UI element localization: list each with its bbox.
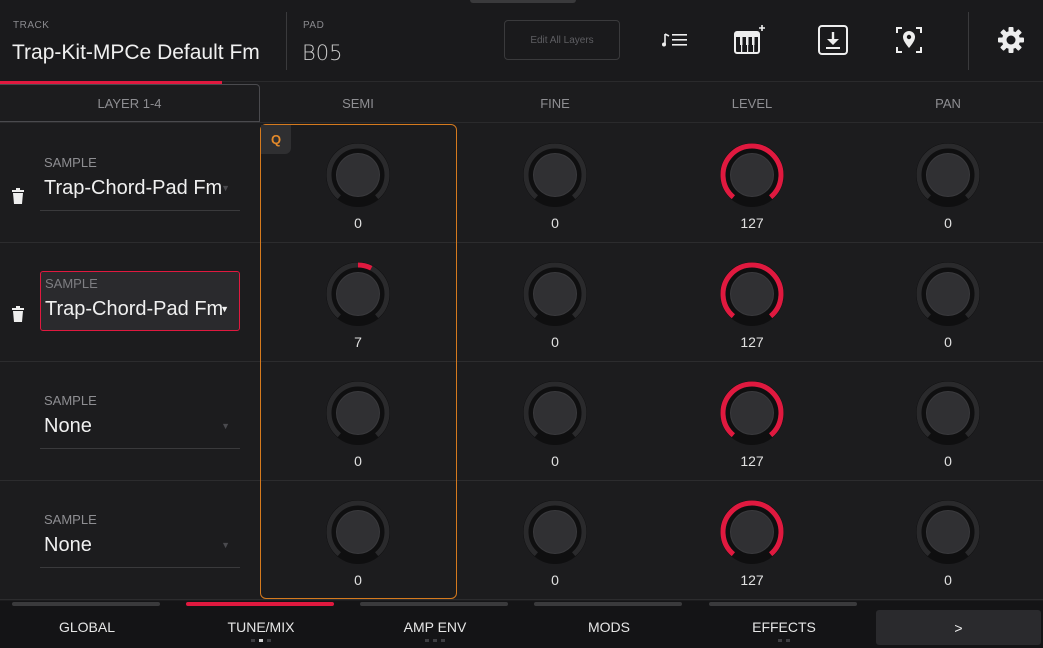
fine-value: 0 <box>551 572 559 588</box>
chevron-down-icon: ▼ <box>220 304 229 314</box>
tab-indicator <box>12 602 160 606</box>
pan-value: 0 <box>944 453 952 469</box>
sample-select[interactable]: SAMPLE None ▼ <box>40 389 240 449</box>
next-page-button[interactable]: > <box>876 610 1041 645</box>
level-value: 127 <box>740 572 764 588</box>
trash-icon[interactable] <box>11 306 25 322</box>
sample-label: SAMPLE <box>44 512 97 527</box>
chevron-down-icon: ▼ <box>221 540 230 550</box>
tab-indicator <box>360 602 508 606</box>
semi-value: 0 <box>354 453 362 469</box>
semi-value: 0 <box>354 572 362 588</box>
edit-all-layers-button[interactable]: Edit All Layers <box>504 20 620 60</box>
sample-name: Trap-Chord-Pad Fm <box>44 177 223 199</box>
settings-gear-icon[interactable] <box>993 22 1029 58</box>
fine-knob[interactable] <box>520 140 590 210</box>
level-knob[interactable] <box>717 378 787 448</box>
top-notch <box>470 0 576 3</box>
note-list-icon[interactable] <box>658 22 694 58</box>
page-dots <box>348 639 522 642</box>
fine-knob[interactable] <box>520 497 590 567</box>
keyboard-plus-icon[interactable] <box>731 22 767 58</box>
level-column-header: LEVEL <box>731 95 773 111</box>
layer-range-tab[interactable]: LAYER 1-4 <box>0 84 260 122</box>
layer-row: SAMPLE Trap-Chord-Pad Fm ▼ 0 0 127 0 <box>0 124 1043 243</box>
pan-value: 0 <box>944 334 952 350</box>
tab-indicator <box>534 602 682 606</box>
sample-label: SAMPLE <box>44 155 97 170</box>
download-icon[interactable] <box>815 22 851 58</box>
tab-label: EFFECTS <box>752 619 816 635</box>
fine-value: 0 <box>551 215 559 231</box>
header-divider <box>968 12 969 70</box>
tab-global[interactable]: GLOBAL <box>0 601 174 648</box>
layer-row: SAMPLE None ▼ 0 0 127 0 <box>0 362 1043 481</box>
quantize-badge[interactable]: Q <box>261 125 291 154</box>
trash-icon[interactable] <box>11 188 25 204</box>
level-value: 127 <box>740 453 764 469</box>
bottom-tab-bar: GLOBAL TUNE/MIX AMP ENV MODS EFFECTS > <box>0 601 1043 648</box>
pan-knob[interactable] <box>913 259 983 329</box>
sample-name: Trap-Chord-Pad Fm <box>45 298 224 320</box>
tab-label: MODS <box>588 619 630 635</box>
fine-value: 0 <box>551 334 559 350</box>
sample-select[interactable]: SAMPLE Trap-Chord-Pad Fm ▼ <box>40 151 240 211</box>
chevron-down-icon: ▼ <box>221 183 230 193</box>
tab-mods[interactable]: MODS <box>522 601 696 648</box>
semi-knob[interactable] <box>323 378 393 448</box>
tab-indicator <box>709 602 857 606</box>
pan-knob[interactable] <box>913 378 983 448</box>
header-divider <box>286 12 287 70</box>
sample-name: None <box>44 415 92 437</box>
level-knob[interactable] <box>717 140 787 210</box>
chevron-down-icon: ▼ <box>221 421 230 431</box>
tab-indicator <box>186 602 334 606</box>
track-name[interactable]: Trap-Kit-MPCe Default Fm <box>12 41 260 65</box>
fine-column-header: FINE <box>540 95 570 111</box>
level-value: 127 <box>740 334 764 350</box>
pan-column-header: PAN <box>935 95 961 111</box>
pad-label: PAD <box>303 20 325 31</box>
level-knob[interactable] <box>717 259 787 329</box>
sample-select[interactable]: SAMPLE None ▼ <box>40 508 240 568</box>
tab-tune-mix[interactable]: TUNE/MIX <box>174 601 348 648</box>
layer-row: SAMPLE Trap-Chord-Pad Fm ▼ 7 0 127 0 <box>0 243 1043 362</box>
pan-knob[interactable] <box>913 140 983 210</box>
tab-label: GLOBAL <box>58 619 116 635</box>
page-dots <box>174 639 348 642</box>
level-knob[interactable] <box>717 497 787 567</box>
pan-value: 0 <box>944 215 952 231</box>
semi-knob[interactable] <box>323 497 393 567</box>
header-bar: TRACK Trap-Kit-MPCe Default Fm PAD B05 E… <box>0 0 1043 84</box>
tab-label: AMP ENV <box>403 619 467 635</box>
pan-value: 0 <box>944 572 952 588</box>
pad-name[interactable]: B05 <box>302 41 342 65</box>
location-target-icon[interactable] <box>891 22 927 58</box>
sample-select[interactable]: SAMPLE Trap-Chord-Pad Fm ▼ <box>40 271 240 331</box>
fine-value: 0 <box>551 453 559 469</box>
pan-knob[interactable] <box>913 497 983 567</box>
sample-label: SAMPLE <box>45 276 98 291</box>
track-label: TRACK <box>13 20 50 31</box>
fine-knob[interactable] <box>520 378 590 448</box>
sample-name: None <box>44 534 92 556</box>
sample-label: SAMPLE <box>44 393 97 408</box>
semi-column-header: SEMI <box>342 95 374 111</box>
fine-knob[interactable] <box>520 259 590 329</box>
page-dots <box>697 639 871 642</box>
tab-label: TUNE/MIX <box>227 619 295 635</box>
level-value: 127 <box>740 215 764 231</box>
semi-knob[interactable] <box>323 140 393 210</box>
semi-value: 7 <box>354 334 362 350</box>
layer-row: SAMPLE None ▼ 0 0 127 0 <box>0 481 1043 600</box>
semi-knob[interactable] <box>323 259 393 329</box>
tab-amp-env[interactable]: AMP ENV <box>348 601 522 648</box>
column-header-row: LAYER 1-4 SEMI FINE LEVEL PAN <box>0 84 1043 123</box>
semi-value: 0 <box>354 215 362 231</box>
tab-effects[interactable]: EFFECTS <box>697 601 871 648</box>
